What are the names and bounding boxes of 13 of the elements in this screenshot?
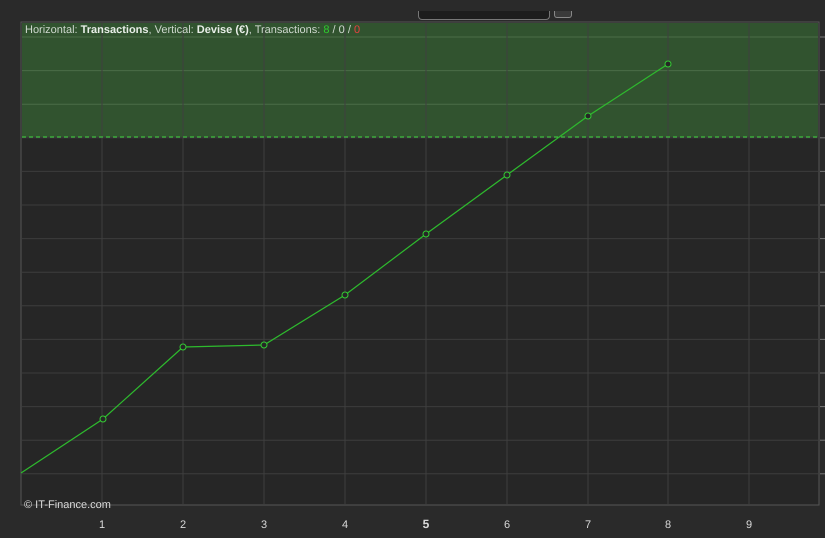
dropdown-button[interactable] — [554, 11, 572, 18]
dropdown-field[interactable] — [418, 11, 550, 20]
x-axis-label: 6 — [504, 519, 510, 531]
x-axis-label: 3 — [260, 519, 268, 531]
x-axis-label: 4 — [342, 519, 348, 531]
x-axis-label: 7 — [584, 519, 592, 531]
x-axis-label: 5 — [422, 517, 430, 531]
x-axis-label: 9 — [746, 519, 752, 531]
x-axis-label: 8 — [664, 519, 672, 531]
copyright-text: © IT-Finance.com — [24, 499, 111, 511]
x-axis-label: 1 — [98, 519, 106, 531]
x-axis-label: 2 — [180, 519, 186, 531]
chart-legend: Horizontal: Transactions, Vertical: Devise (€), Transactions: 8 / 0 / 0 — [25, 24, 360, 36]
